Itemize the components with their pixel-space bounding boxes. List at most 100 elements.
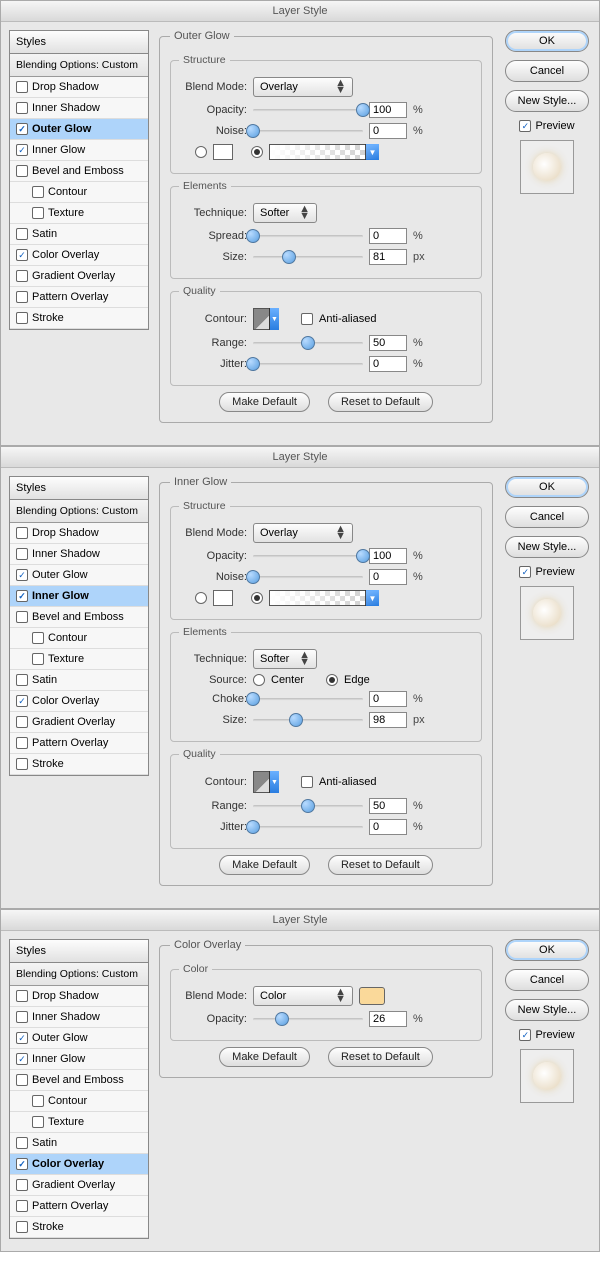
reset-default-button[interactable]: Reset to Default: [328, 1047, 433, 1067]
checkbox-icon[interactable]: [16, 270, 28, 282]
slider[interactable]: [253, 799, 363, 813]
checkbox-icon[interactable]: [16, 312, 28, 324]
range-input[interactable]: [369, 335, 407, 351]
checkbox-icon[interactable]: [32, 186, 44, 198]
style-row-bevel-and-emboss[interactable]: Bevel and Emboss: [10, 161, 148, 182]
cancel-button[interactable]: Cancel: [505, 969, 589, 991]
checkbox-icon[interactable]: [16, 737, 28, 749]
checkbox-icon[interactable]: [16, 249, 28, 261]
checkbox-icon[interactable]: [16, 291, 28, 303]
checkbox-icon[interactable]: [16, 1221, 28, 1233]
slider[interactable]: [253, 124, 363, 138]
reset-default-button[interactable]: Reset to Default: [328, 855, 433, 875]
dropdown[interactable]: Overlay▲▼: [253, 523, 353, 543]
style-row-gradient-overlay[interactable]: Gradient Overlay: [10, 266, 148, 287]
ok-button[interactable]: OK: [505, 476, 589, 498]
dropdown[interactable]: Overlay▲▼: [253, 77, 353, 97]
make-default-button[interactable]: Make Default: [219, 1047, 310, 1067]
checkbox-icon[interactable]: [16, 569, 28, 581]
checkbox-icon[interactable]: [16, 1032, 28, 1044]
new-style-button[interactable]: New Style...: [505, 999, 589, 1021]
checkbox-icon[interactable]: [16, 102, 28, 114]
checkbox-icon[interactable]: [16, 990, 28, 1002]
chevron-down-icon[interactable]: ▼: [365, 144, 379, 160]
checkbox-icon[interactable]: [16, 674, 28, 686]
style-row-pattern-overlay[interactable]: Pattern Overlay: [10, 1196, 148, 1217]
style-row-bevel-and-emboss[interactable]: Bevel and Emboss: [10, 1070, 148, 1091]
checkbox-icon[interactable]: [16, 165, 28, 177]
contour-picker[interactable]: ▼: [253, 308, 279, 330]
cancel-button[interactable]: Cancel: [505, 60, 589, 82]
checkbox-icon[interactable]: [519, 566, 531, 578]
dropdown[interactable]: Softer▲▼: [253, 649, 317, 669]
checkbox-icon[interactable]: [32, 632, 44, 644]
style-row-inner-shadow[interactable]: Inner Shadow: [10, 98, 148, 119]
make-default-button[interactable]: Make Default: [219, 855, 310, 875]
style-row-satin[interactable]: Satin: [10, 1133, 148, 1154]
ok-button[interactable]: OK: [505, 939, 589, 961]
style-row-texture[interactable]: Texture: [10, 649, 148, 670]
color-swatch[interactable]: [213, 590, 233, 606]
new-style-button[interactable]: New Style...: [505, 90, 589, 112]
checkbox-icon[interactable]: [16, 695, 28, 707]
style-row-color-overlay[interactable]: Color Overlay: [10, 691, 148, 712]
style-row-contour[interactable]: Contour: [10, 628, 148, 649]
jitter-input[interactable]: [369, 356, 407, 372]
style-row-stroke[interactable]: Stroke: [10, 1217, 148, 1238]
slider[interactable]: [253, 336, 363, 350]
slider[interactable]: [253, 692, 363, 706]
checkbox-icon[interactable]: [16, 590, 28, 602]
radio-solid-color[interactable]: [195, 146, 207, 158]
checkbox-icon[interactable]: [32, 207, 44, 219]
style-row-gradient-overlay[interactable]: Gradient Overlay: [10, 712, 148, 733]
checkbox-icon[interactable]: [16, 1053, 28, 1065]
style-row-inner-glow[interactable]: Inner Glow: [10, 140, 148, 161]
jitter-input[interactable]: [369, 819, 407, 835]
chevron-down-icon[interactable]: ▼: [269, 771, 279, 793]
checkbox-icon[interactable]: [16, 1011, 28, 1023]
spread-input[interactable]: [369, 228, 407, 244]
style-row-pattern-overlay[interactable]: Pattern Overlay: [10, 287, 148, 308]
chevron-down-icon[interactable]: ▼: [365, 590, 379, 606]
reset-default-button[interactable]: Reset to Default: [328, 392, 433, 412]
style-row-drop-shadow[interactable]: Drop Shadow: [10, 77, 148, 98]
checkbox-icon[interactable]: [16, 527, 28, 539]
style-row-drop-shadow[interactable]: Drop Shadow: [10, 523, 148, 544]
opacity-input[interactable]: [369, 1011, 407, 1027]
style-row-gradient-overlay[interactable]: Gradient Overlay: [10, 1175, 148, 1196]
style-row-stroke[interactable]: Stroke: [10, 308, 148, 329]
checkbox-icon[interactable]: [16, 1137, 28, 1149]
style-row-texture[interactable]: Texture: [10, 203, 148, 224]
color-swatch[interactable]: [213, 144, 233, 160]
size-input[interactable]: [369, 712, 407, 728]
gradient-picker[interactable]: ▼: [269, 590, 379, 606]
style-row-inner-glow[interactable]: Inner Glow: [10, 1049, 148, 1070]
blending-options-row[interactable]: Blending Options: Custom: [10, 963, 148, 986]
style-row-outer-glow[interactable]: Outer Glow: [10, 119, 148, 140]
radio-solid-color[interactable]: [195, 592, 207, 604]
slider[interactable]: [253, 229, 363, 243]
anti-aliased-checkbox[interactable]: [301, 313, 313, 325]
style-row-satin[interactable]: Satin: [10, 670, 148, 691]
checkbox-icon[interactable]: [16, 1158, 28, 1170]
blending-options-row[interactable]: Blending Options: Custom: [10, 54, 148, 77]
radio-source-center[interactable]: [253, 674, 265, 686]
slider[interactable]: [253, 357, 363, 371]
new-style-button[interactable]: New Style...: [505, 536, 589, 558]
preview-checkbox[interactable]: Preview: [519, 566, 574, 578]
style-row-color-overlay[interactable]: Color Overlay: [10, 1154, 148, 1175]
contour-picker[interactable]: ▼: [253, 771, 279, 793]
slider[interactable]: [253, 103, 363, 117]
slider[interactable]: [253, 820, 363, 834]
preview-checkbox[interactable]: Preview: [519, 120, 574, 132]
checkbox-icon[interactable]: [16, 1074, 28, 1086]
opacity-input[interactable]: [369, 102, 407, 118]
radio-source-edge[interactable]: [326, 674, 338, 686]
checkbox-icon[interactable]: [16, 548, 28, 560]
checkbox-icon[interactable]: [16, 716, 28, 728]
radio-gradient[interactable]: [251, 146, 263, 158]
slider[interactable]: [253, 1012, 363, 1026]
noise-input[interactable]: [369, 569, 407, 585]
style-row-stroke[interactable]: Stroke: [10, 754, 148, 775]
checkbox-icon[interactable]: [519, 120, 531, 132]
